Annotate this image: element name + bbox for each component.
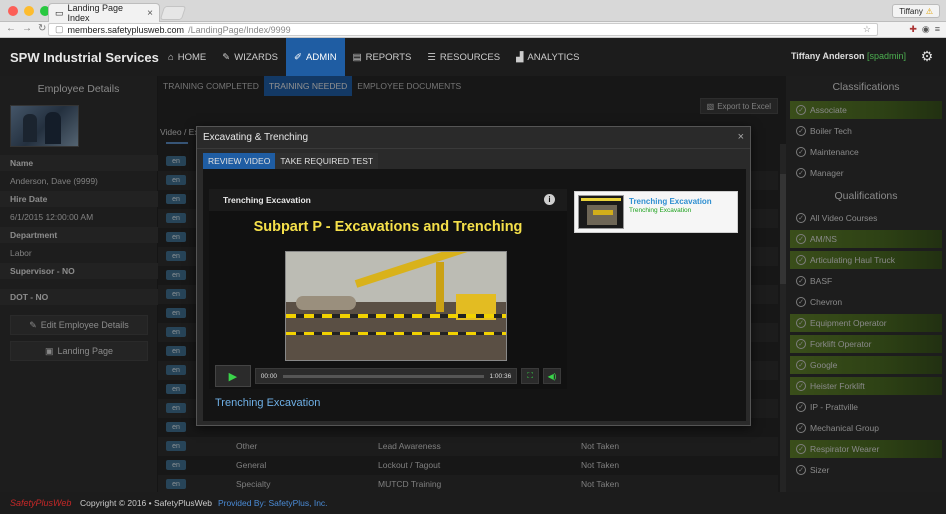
extension-icon[interactable]: ◉ bbox=[922, 24, 930, 35]
video-headline: Subpart P - Excavations and Trenching bbox=[253, 219, 523, 235]
profile-chip[interactable]: Tiffany ⚠ bbox=[892, 4, 940, 18]
video-player[interactable]: Trenching Excavation i Subpart P - Excav… bbox=[209, 189, 567, 389]
play-icon: ▶ bbox=[228, 370, 238, 383]
back-icon[interactable]: ← bbox=[6, 23, 16, 34]
app-header: SPW Industrial Services ⌂ HOME ✎ WIZARDS ✐… bbox=[0, 38, 946, 76]
play-button[interactable]: ▶ bbox=[215, 365, 251, 387]
modal-title: Excavating & Trenching bbox=[197, 127, 750, 149]
wrench-icon: ✐ bbox=[294, 51, 302, 63]
home-icon: ⌂ bbox=[168, 51, 174, 63]
nav-resources[interactable]: ☰ RESOURCES bbox=[419, 38, 508, 76]
nav-home[interactable]: ⌂ HOME bbox=[160, 38, 214, 76]
seek-bar[interactable]: 00:00 1:00:36 bbox=[254, 368, 518, 384]
extension-icon[interactable]: ✚ bbox=[909, 24, 917, 35]
playlist-title: Trenching Excavation bbox=[629, 197, 712, 206]
info-icon[interactable]: i bbox=[544, 194, 555, 205]
new-tab-button[interactable] bbox=[159, 6, 187, 20]
brand-title: SPW Industrial Services bbox=[10, 50, 159, 65]
time-total: 1:00:36 bbox=[489, 372, 512, 380]
playlist-subtitle: Trenching Excavation bbox=[629, 207, 692, 214]
resources-icon: ☰ bbox=[427, 51, 436, 63]
url-field[interactable]: ▢ members.safetyplusweb.com/LandingPage/… bbox=[48, 23, 878, 36]
fullscreen-button[interactable]: ⛶ bbox=[521, 368, 540, 384]
modal-tabs: REVIEW VIDEO TAKE REQUIRED TEST bbox=[203, 153, 379, 169]
close-window-button[interactable] bbox=[8, 6, 18, 16]
user-role: [spadmin] bbox=[866, 51, 906, 61]
address-bar-row: ← → ↻ ▢ members.safetyplusweb.com/Landin… bbox=[0, 22, 946, 38]
modal-body: Trenching Excavation i Subpart P - Excav… bbox=[203, 169, 746, 421]
wand-icon: ✎ bbox=[222, 51, 231, 63]
video-title: Trenching Excavation bbox=[209, 189, 567, 211]
video-frame bbox=[285, 251, 507, 361]
nav-wizards[interactable]: ✎ WIZARDS bbox=[214, 38, 286, 76]
chart-icon: ▟ bbox=[516, 51, 524, 63]
nav-reports[interactable]: ▤ REPORTS bbox=[345, 38, 420, 76]
tab-take-test[interactable]: TAKE REQUIRED TEST bbox=[275, 153, 379, 169]
warning-icon: ⚠ bbox=[925, 6, 933, 16]
page-icon: ▭ bbox=[55, 7, 64, 18]
reload-icon[interactable]: ↻ bbox=[38, 23, 46, 34]
volume-button[interactable]: ◀) bbox=[543, 368, 562, 384]
video-controls: ▶ 00:00 1:00:36 ⛶ ◀) bbox=[215, 365, 562, 387]
browser-tab-title: Landing Page Index bbox=[67, 3, 124, 23]
video-caption: Trenching Excavation bbox=[215, 397, 321, 409]
profile-name: Tiffany bbox=[899, 6, 923, 16]
volume-icon: ◀) bbox=[547, 371, 557, 381]
progress-track[interactable] bbox=[283, 374, 484, 378]
playlist-thumbnail bbox=[578, 195, 624, 229]
tab-review-video[interactable]: REVIEW VIDEO bbox=[203, 153, 276, 169]
playlist-item[interactable]: Trenching Excavation Trenching Excavatio… bbox=[574, 191, 738, 233]
nav-analytics[interactable]: ▟ ANALYTICS bbox=[508, 38, 587, 76]
browser-tab-strip: ▭ Landing Page Index × Tiffany ⚠ bbox=[0, 0, 946, 23]
minimize-window-button[interactable] bbox=[24, 6, 34, 16]
close-icon[interactable]: × bbox=[738, 131, 744, 143]
url-host: members.safetyplusweb.com bbox=[67, 24, 185, 35]
user-name[interactable]: Tiffany Anderson [spadmin] bbox=[791, 51, 906, 61]
video-modal: Excavating & Trenching × REVIEW VIDEO TA… bbox=[196, 126, 751, 426]
window-controls bbox=[8, 6, 50, 16]
browser-tab[interactable]: ▭ Landing Page Index × bbox=[48, 3, 160, 23]
footer: SafetyPlusWeb Copyright © 2016 • SafetyP… bbox=[0, 492, 946, 514]
star-icon[interactable]: ☆ bbox=[863, 24, 871, 35]
provided-by-link[interactable]: Provided By: SafetyPlus, Inc. bbox=[218, 498, 328, 508]
footer-logo: SafetyPlusWeb bbox=[10, 498, 72, 508]
fullscreen-icon: ⛶ bbox=[527, 371, 533, 380]
gear-icon[interactable]: ⚙ bbox=[918, 48, 936, 66]
forward-icon[interactable]: → bbox=[22, 23, 32, 34]
nav-admin[interactable]: ✐ ADMIN bbox=[286, 38, 345, 76]
close-tab-icon[interactable]: × bbox=[147, 8, 153, 19]
time-current: 00:00 bbox=[260, 372, 278, 380]
url-path: /LandingPage/Index/9999 bbox=[188, 24, 291, 35]
lock-icon: ▢ bbox=[55, 24, 64, 34]
copyright: Copyright © 2016 • SafetyPlusWeb bbox=[80, 498, 212, 508]
menu-icon[interactable]: ≡ bbox=[935, 24, 940, 35]
report-icon: ▤ bbox=[352, 51, 362, 63]
main-nav: ⌂ HOME ✎ WIZARDS ✐ ADMIN ▤ REPORTS ☰ RESOURCE… bbox=[160, 38, 588, 76]
